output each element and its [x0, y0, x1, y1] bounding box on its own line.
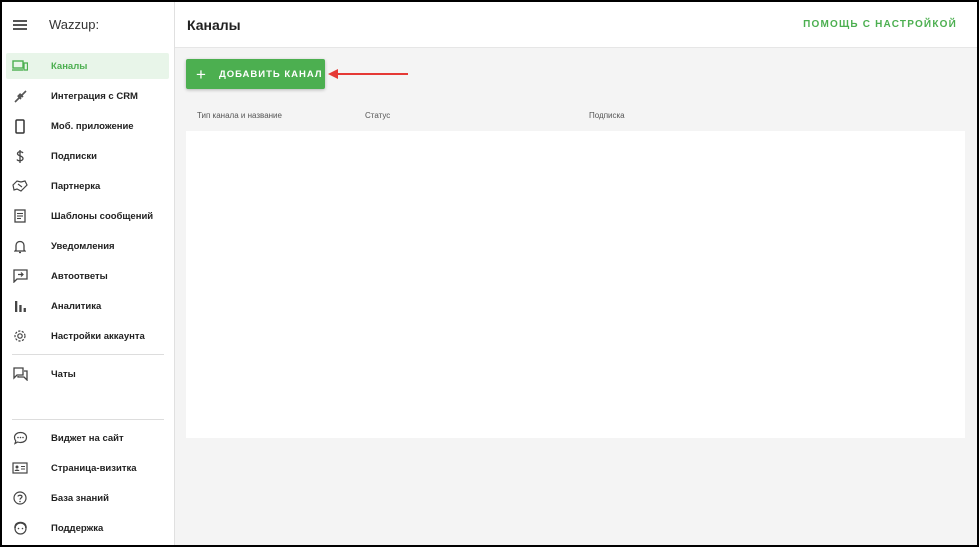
main-content: + ДОБАВИТЬ КАНАЛ Тип канала и название С…: [175, 48, 977, 545]
sidebar-item-label: Страница-визитка: [51, 462, 137, 474]
sidebar-item-label: Аналитика: [51, 300, 102, 312]
sidebar-item-label: Подписки: [51, 150, 97, 162]
plug-icon: [12, 88, 28, 104]
sidebar: Wazzup: Каналы Интеграция с CRM Моб. при…: [2, 2, 175, 545]
plus-icon: +: [196, 64, 206, 84]
sidebar-item-business-card[interactable]: Страница-визитка: [6, 455, 169, 481]
add-channel-button[interactable]: + ДОБАВИТЬ КАНАЛ: [186, 59, 325, 89]
sidebar-item-label: Шаблоны сообщений: [51, 210, 154, 222]
channels-table-body: [186, 131, 965, 438]
setup-help-link[interactable]: ПОМОЩЬ С НАСТРОЙКОЙ: [803, 19, 957, 30]
auto-reply-icon: [12, 268, 28, 284]
sidebar-item-label: Настройки аккаунта: [51, 330, 145, 342]
column-header-subscription[interactable]: Подписка: [589, 111, 625, 120]
sidebar-item-label: Автоответы: [51, 270, 108, 282]
app-window: Wazzup: Каналы Интеграция с CRM Моб. при…: [0, 0, 979, 547]
bell-icon: [12, 238, 28, 254]
sidebar-item-label: Чаты: [51, 368, 76, 380]
sidebar-divider: [12, 354, 164, 355]
sidebar-item-label: Поддержка: [51, 522, 104, 534]
smartphone-icon: [12, 118, 28, 134]
sidebar-item-subscriptions[interactable]: Подписки: [6, 143, 169, 169]
column-header-status[interactable]: Статус: [365, 111, 390, 120]
handshake-icon: [12, 178, 28, 194]
devices-icon: [12, 58, 28, 74]
sidebar-header: Wazzup:: [2, 2, 174, 47]
sidebar-item-widget[interactable]: Виджет на сайт: [6, 425, 169, 451]
page-title: Каналы: [187, 16, 241, 33]
sidebar-divider: [12, 419, 164, 420]
sidebar-item-label: Интеграция с CRM: [51, 90, 138, 102]
sidebar-item-label: Моб. приложение: [51, 120, 134, 132]
add-channel-button-label: ДОБАВИТЬ КАНАЛ: [218, 68, 323, 80]
menu-icon[interactable]: [13, 18, 27, 32]
id-card-icon: [12, 460, 28, 476]
annotation-arrow: [328, 69, 408, 79]
chat-icon: [12, 366, 28, 382]
sidebar-item-label: База знаний: [51, 492, 109, 504]
app-logo: Wazzup:: [49, 17, 100, 32]
sidebar-item-knowledge-base[interactable]: База знаний: [6, 485, 169, 511]
sidebar-item-support[interactable]: Поддержка: [6, 515, 169, 541]
sidebar-item-partner[interactable]: Партнерка: [6, 173, 169, 199]
sidebar-item-notifications[interactable]: Уведомления: [6, 233, 169, 259]
sidebar-item-templates[interactable]: Шаблоны сообщений: [6, 203, 169, 229]
chat-bubble-icon: [12, 430, 28, 446]
sidebar-item-label: Виджет на сайт: [51, 432, 124, 444]
help-circle-icon: [12, 490, 28, 506]
dollar-icon: [12, 148, 28, 164]
sidebar-item-label: Уведомления: [51, 240, 115, 252]
sidebar-item-chats[interactable]: Чаты: [6, 361, 169, 387]
sidebar-item-crm[interactable]: Интеграция с CRM: [6, 83, 169, 109]
sidebar-item-mobile-app[interactable]: Моб. приложение: [6, 113, 169, 139]
column-header-channel[interactable]: Тип канала и название: [197, 111, 282, 120]
bar-chart-icon: [12, 298, 28, 314]
document-icon: [12, 208, 28, 224]
support-face-icon: [12, 520, 28, 536]
sidebar-item-autoreplies[interactable]: Автоответы: [6, 263, 169, 289]
gear-icon: [12, 328, 28, 344]
header: Каналы ПОМОЩЬ С НАСТРОЙКОЙ: [175, 2, 977, 48]
sidebar-item-channels[interactable]: Каналы: [6, 53, 169, 79]
sidebar-item-account-settings[interactable]: Настройки аккаунта: [6, 323, 169, 349]
sidebar-item-analytics[interactable]: Аналитика: [6, 293, 169, 319]
sidebar-item-label: Каналы: [51, 60, 88, 72]
sidebar-item-label: Партнерка: [51, 180, 101, 192]
